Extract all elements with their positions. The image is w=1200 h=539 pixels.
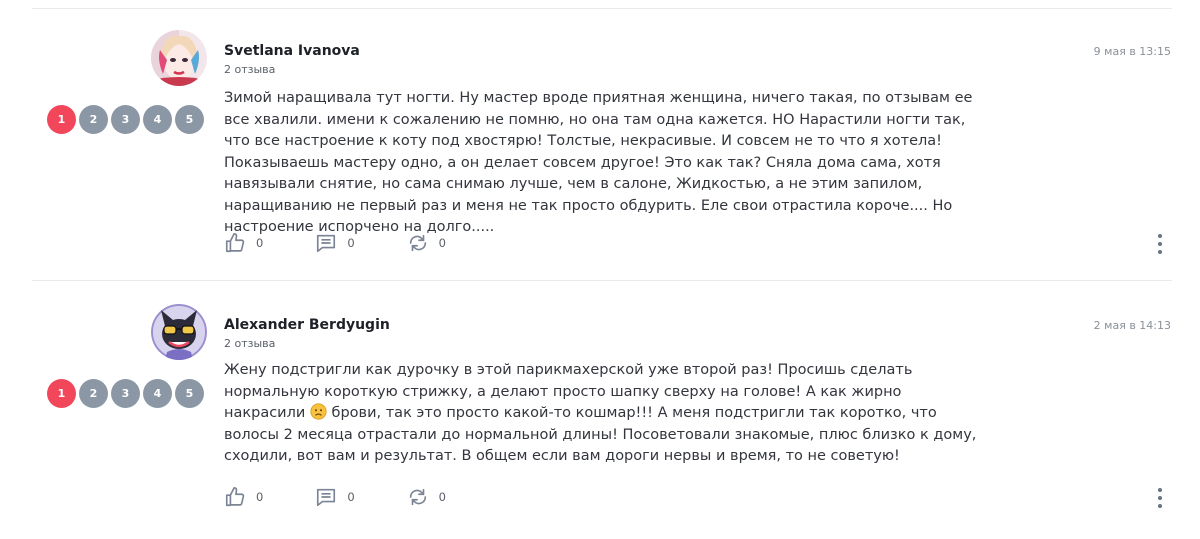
comment-icon [317, 488, 336, 507]
like-count: 0 [256, 490, 264, 504]
author-name[interactable]: Alexander Berdyugin [224, 317, 390, 333]
comment-button[interactable]: 0 [315, 486, 355, 508]
like-button[interactable]: 0 [224, 486, 263, 508]
rating-4: 4 [143, 379, 172, 408]
rating-scale: 1 2 3 4 5 [47, 379, 204, 408]
comment-icon [317, 234, 336, 253]
more-options-icon[interactable] [1154, 234, 1166, 256]
review-text: Жену подстригли как дурочку в этой парик… [224, 360, 984, 468]
rating-2: 2 [79, 379, 108, 408]
review-text: Зимой наращивала тут ногти. Ну мастер вр… [224, 90, 973, 235]
author-reviews-count[interactable]: 2 отзыва [224, 63, 275, 76]
harley-quinn-avatar [151, 30, 207, 86]
rating-5: 5 [175, 105, 204, 134]
like-count: 0 [256, 236, 264, 250]
rating-4: 4 [143, 105, 172, 134]
review-actions: 0 0 0 [224, 486, 498, 508]
repost-button[interactable]: 0 [407, 486, 446, 508]
author-avatar[interactable] [151, 304, 207, 360]
repost-button[interactable]: 0 [407, 232, 446, 254]
rating-5: 5 [175, 379, 204, 408]
review-card: Svetlana Ivanova 2 отзыва 9 мая в 13:15 … [0, 0, 1200, 265]
review-actions: 0 0 0 [224, 232, 498, 254]
cartoon-cat-sunglasses-avatar [151, 304, 207, 360]
rating-3: 3 [111, 379, 140, 408]
repost-count: 0 [438, 490, 446, 504]
rating-scale: 1 2 3 4 5 [47, 105, 204, 134]
repost-count: 0 [438, 236, 446, 250]
comment-count: 0 [347, 236, 355, 250]
like-button[interactable]: 0 [224, 232, 263, 254]
rating-1: 1 [47, 105, 76, 134]
rating-2: 2 [79, 105, 108, 134]
review-date: 2 мая в 14:13 [1093, 319, 1171, 332]
thumbs-up-icon [225, 487, 245, 507]
review-date: 9 мая в 13:15 [1093, 45, 1171, 58]
author-reviews-count[interactable]: 2 отзыва [224, 337, 275, 350]
review-card: Alexander Berdyugin 2 отзыва 2 мая в 14:… [0, 274, 1200, 539]
more-options-icon[interactable] [1154, 488, 1166, 510]
rating-1: 1 [47, 379, 76, 408]
worried-face-emoji-icon [310, 403, 327, 420]
rating-3: 3 [111, 105, 140, 134]
review-text-part-2: брови, так это просто какой-то кошмар!!!… [224, 405, 977, 464]
author-name[interactable]: Svetlana Ivanova [224, 43, 360, 59]
author-avatar[interactable] [151, 30, 207, 86]
repost-icon [409, 234, 426, 252]
repost-icon [409, 488, 426, 506]
comment-button[interactable]: 0 [315, 232, 355, 254]
thumbs-up-icon [225, 233, 245, 253]
comment-count: 0 [347, 490, 355, 504]
